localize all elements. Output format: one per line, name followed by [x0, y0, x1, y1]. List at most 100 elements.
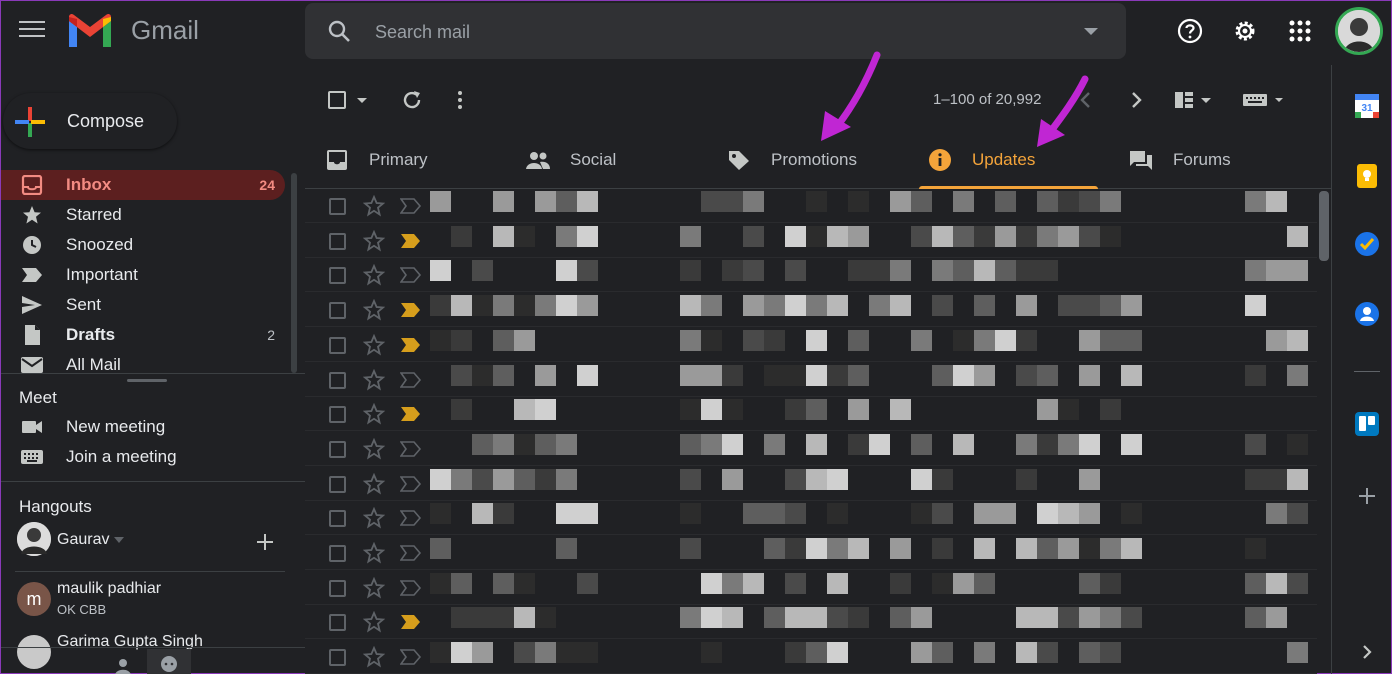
- table-row[interactable]: [305, 224, 1317, 258]
- important-marker-icon[interactable]: [400, 545, 422, 561]
- star-icon[interactable]: [363, 299, 385, 321]
- star-icon[interactable]: [363, 403, 385, 425]
- table-row[interactable]: [305, 328, 1317, 362]
- refresh-icon[interactable]: [401, 89, 423, 111]
- table-row[interactable]: [305, 467, 1317, 501]
- table-row[interactable]: [305, 640, 1317, 674]
- star-icon[interactable]: [363, 333, 385, 356]
- important-marker-icon[interactable]: [400, 614, 422, 630]
- star-icon[interactable]: [363, 437, 385, 460]
- search-input[interactable]: [375, 19, 1055, 45]
- sidebar-item-snoozed[interactable]: Snoozed: [1, 230, 285, 260]
- sidebar-item-important[interactable]: Important: [1, 260, 285, 290]
- star-icon[interactable]: [363, 507, 385, 529]
- star-icon[interactable]: [363, 229, 385, 252]
- row-checkbox[interactable]: [329, 545, 346, 562]
- search-icon[interactable]: [327, 19, 351, 43]
- row-checkbox[interactable]: [329, 371, 346, 389]
- row-checkbox[interactable]: [329, 475, 346, 493]
- table-row[interactable]: [305, 293, 1317, 328]
- important-marker-icon[interactable]: [400, 510, 422, 527]
- status-dropdown-icon[interactable]: [114, 537, 124, 543]
- row-checkbox[interactable]: [329, 232, 346, 250]
- star-icon[interactable]: [363, 542, 385, 564]
- sidebar-scrollbar[interactable]: [291, 173, 297, 373]
- calendar-icon[interactable]: 31: [1354, 93, 1380, 119]
- select-all-checkbox[interactable]: [328, 91, 346, 109]
- table-row[interactable]: [305, 605, 1317, 640]
- row-checkbox[interactable]: [329, 302, 346, 320]
- star-icon[interactable]: [363, 576, 385, 599]
- row-checkbox[interactable]: [329, 614, 346, 632]
- row-checkbox[interactable]: [329, 649, 346, 667]
- mail-list-scrollbar[interactable]: [1319, 191, 1329, 261]
- table-row[interactable]: [305, 363, 1317, 397]
- table-row[interactable]: [305, 501, 1317, 536]
- more-vertical-icon[interactable]: [455, 89, 465, 111]
- contacts-icon[interactable]: [1354, 301, 1380, 327]
- important-marker-icon[interactable]: [400, 579, 422, 596]
- contact-avatar[interactable]: m: [17, 582, 51, 616]
- important-marker-icon[interactable]: [400, 302, 422, 318]
- important-marker-icon[interactable]: [400, 441, 422, 457]
- main-menu-button[interactable]: [19, 21, 45, 41]
- row-checkbox[interactable]: [329, 267, 346, 285]
- row-checkbox[interactable]: [329, 440, 346, 458]
- important-marker-icon[interactable]: [400, 406, 422, 422]
- important-marker-icon[interactable]: [400, 337, 422, 353]
- settings-gear-icon[interactable]: [1231, 17, 1259, 45]
- row-checkbox[interactable]: [329, 198, 346, 215]
- compose-button[interactable]: Compose: [3, 93, 177, 149]
- next-page-chevron-right-icon[interactable]: [1125, 89, 1147, 111]
- star-icon[interactable]: [363, 368, 385, 391]
- new-meeting-item[interactable]: New meeting: [1, 412, 285, 442]
- table-row[interactable]: [305, 397, 1317, 432]
- sidebar-item-drafts[interactable]: Drafts 2: [1, 320, 285, 350]
- important-marker-icon[interactable]: [400, 475, 422, 492]
- apps-grid-icon[interactable]: [1286, 17, 1314, 45]
- select-options-chevron-down-icon[interactable]: [357, 98, 367, 103]
- important-marker-icon[interactable]: [400, 371, 422, 388]
- sidebar-item-sent[interactable]: Sent: [1, 290, 285, 320]
- star-icon[interactable]: [363, 472, 385, 495]
- important-marker-icon[interactable]: [400, 649, 422, 665]
- sidebar-item-all-mail[interactable]: All Mail: [1, 350, 285, 380]
- table-row[interactable]: [305, 536, 1317, 570]
- split-pane-toggle-icon[interactable]: [1173, 89, 1217, 111]
- important-marker-icon[interactable]: [400, 233, 422, 249]
- join-meeting-item[interactable]: Join a meeting: [1, 442, 285, 472]
- table-row[interactable]: [305, 432, 1317, 466]
- account-avatar[interactable]: [1335, 7, 1383, 55]
- gmail-logo-icon[interactable]: [67, 13, 113, 49]
- search-options-icon[interactable]: [1084, 28, 1098, 35]
- sidebar-item-starred[interactable]: Starred: [1, 200, 285, 230]
- hangouts-self-name[interactable]: Gaurav: [57, 531, 109, 549]
- add-hangout-icon[interactable]: [256, 533, 274, 551]
- tasks-icon[interactable]: [1354, 231, 1380, 257]
- expand-panel-chevron-right-icon[interactable]: [1354, 639, 1380, 665]
- input-tools-keyboard-icon[interactable]: [1241, 89, 1287, 111]
- row-checkbox[interactable]: [329, 579, 346, 597]
- keep-notes-icon[interactable]: [1354, 163, 1380, 189]
- table-row[interactable]: [305, 258, 1317, 293]
- important-marker-icon[interactable]: [400, 198, 422, 214]
- trello-icon[interactable]: [1354, 411, 1380, 437]
- resize-grip[interactable]: [127, 379, 167, 382]
- help-icon[interactable]: [1176, 17, 1204, 45]
- star-icon[interactable]: [363, 611, 385, 633]
- sidebar-item-inbox[interactable]: Inbox 24: [1, 170, 285, 200]
- tab-primary[interactable]: Primary: [305, 129, 505, 189]
- table-row[interactable]: [305, 571, 1317, 605]
- tab-forums[interactable]: Forums: [1109, 129, 1309, 189]
- star-icon[interactable]: [363, 195, 385, 217]
- contacts-person-icon[interactable]: [113, 657, 133, 674]
- contact-avatar[interactable]: [17, 635, 51, 669]
- star-icon[interactable]: [363, 646, 385, 668]
- hangouts-self-avatar[interactable]: [17, 522, 51, 556]
- contact-name[interactable]: maulik padhiar: [57, 580, 161, 598]
- row-checkbox[interactable]: [329, 336, 346, 354]
- tab-social[interactable]: Social: [506, 129, 706, 189]
- important-marker-icon[interactable]: [400, 267, 422, 284]
- search-bar[interactable]: [305, 3, 1126, 59]
- row-checkbox[interactable]: [329, 510, 346, 528]
